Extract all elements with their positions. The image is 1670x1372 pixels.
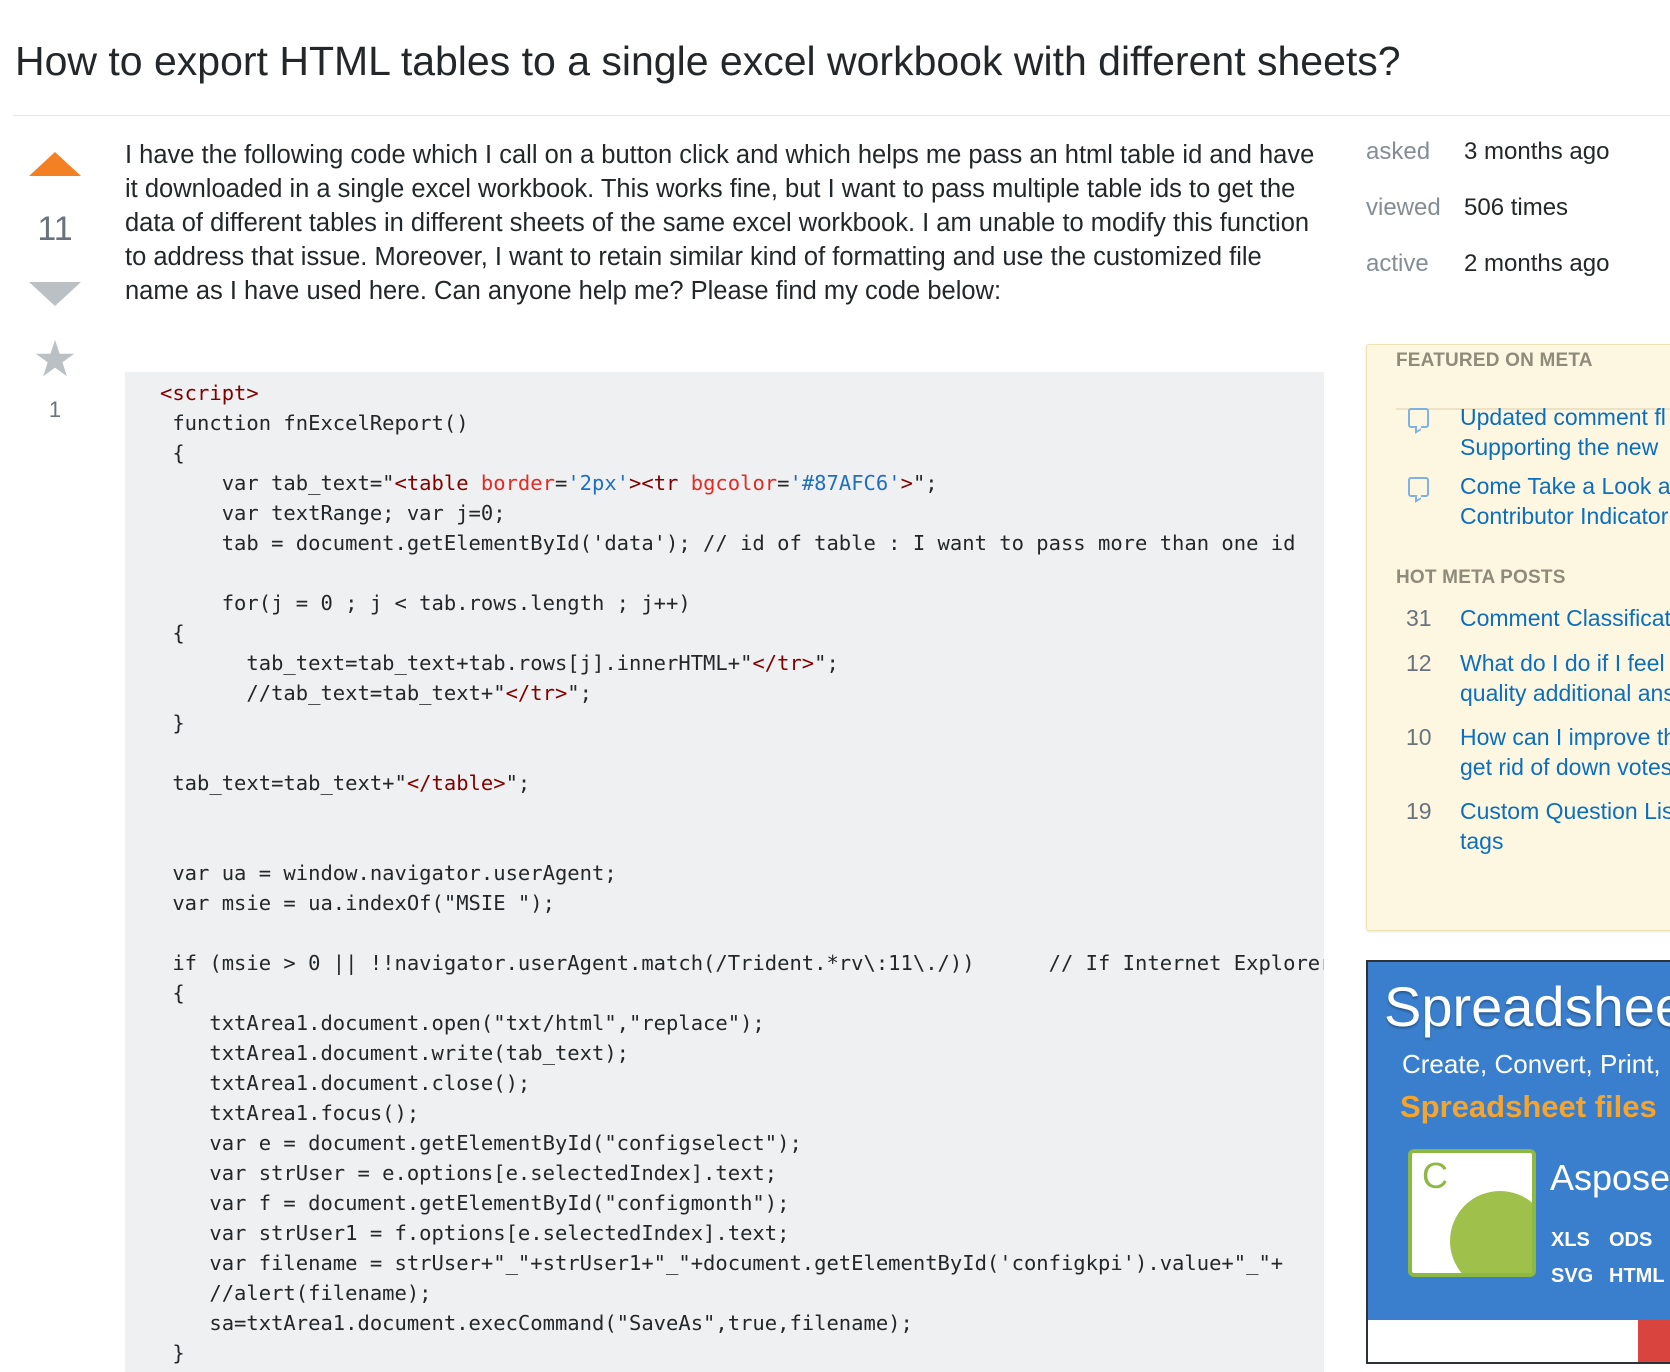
code-line: var tab_text="<table border='2px'><tr bg…: [160, 471, 938, 495]
hot-meta-item: 10 How can I improve th get rid of down v…: [1396, 722, 1670, 782]
stat-value: 506 times: [1464, 194, 1569, 221]
ad-footer: [1368, 1320, 1638, 1362]
stat-label: asked: [1366, 138, 1431, 165]
stat-label: active: [1366, 250, 1429, 277]
hot-post-score: 31: [1406, 605, 1432, 631]
code-text: <script> function fnExcelReport() { var …: [125, 372, 1324, 1368]
code-line: {: [160, 981, 185, 1005]
question-title[interactable]: How to export HTML tables to a single ex…: [15, 38, 1401, 85]
code-line: var e = document.getElementById("configs…: [160, 1131, 802, 1155]
code-line: txtArea1.document.open("txt/html","repla…: [160, 1011, 765, 1035]
stat-value[interactable]: 2 months ago: [1464, 250, 1609, 306]
hot-meta-heading: HOT META POSTS: [1396, 567, 1566, 588]
stat-asked: asked 3 months ago: [1366, 138, 1609, 194]
featured-meta-item: Come Take a Look a Contributor Indicator: [1396, 471, 1670, 531]
code-line: tab = document.getElementById('data'); /…: [160, 531, 1296, 555]
code-line: tab_text=tab_text+tab.rows[j].innerHTML+…: [160, 651, 839, 675]
hot-post-score: 12: [1406, 650, 1432, 676]
featured-link[interactable]: Updated comment fl Supporting the new: [1460, 404, 1666, 460]
featured-link[interactable]: Come Take a Look a Contributor Indicator: [1460, 473, 1670, 529]
code-line: function fnExcelReport(): [160, 411, 469, 435]
stat-viewed: viewed 506 times: [1366, 194, 1609, 250]
meta-sidebar-box: FEATURED ON META Updated comment fl Suppo…: [1366, 344, 1670, 931]
code-block: <script> function fnExcelReport() { var …: [125, 372, 1324, 1372]
comment-bubble-icon: [1408, 477, 1429, 497]
code-line: {: [160, 441, 185, 465]
favorite-count: 1: [48, 397, 62, 422]
code-line: var strUser1 = f.options[e.selectedIndex…: [160, 1221, 790, 1245]
code-line: tab_text=tab_text+"</table>";: [160, 771, 531, 795]
advertisement[interactable]: Spreadsheet Create, Convert, Print, Spre…: [1366, 960, 1670, 1364]
code-line: {: [160, 621, 185, 645]
question-stats: asked 3 months ago viewed 506 times active…: [1366, 138, 1609, 306]
code-line: for(j = 0 ; j < tab.rows.length ; j++): [160, 591, 691, 615]
upvote-arrow-icon[interactable]: [29, 152, 81, 176]
stat-value[interactable]: 3 months ago: [1464, 138, 1609, 194]
code-line: var filename = strUser+"_"+strUser1+"_"+…: [160, 1251, 1284, 1275]
ad-subline: Create, Convert, Print,: [1402, 1049, 1661, 1079]
hot-meta-item: 19 Custom Question Lis tags: [1396, 796, 1670, 856]
favorite-star-icon[interactable]: ★: [20, 334, 90, 384]
ad-format: HTML: [1609, 1265, 1665, 1287]
code-line: var textRange; var j=0;: [160, 501, 506, 525]
ad-format: ODS: [1609, 1229, 1653, 1251]
ad-format: XLS: [1551, 1229, 1590, 1251]
ad-format: SVG: [1551, 1265, 1594, 1287]
code-line: }: [160, 711, 185, 735]
code-line: var msie = ua.indexOf("MSIE ");: [160, 891, 555, 915]
hot-post-score: 10: [1406, 724, 1432, 750]
featured-meta-item: Updated comment fl Supporting the new: [1396, 402, 1670, 462]
vote-count: 11: [37, 210, 73, 248]
hot-post-link[interactable]: How can I improve th get rid of down vote…: [1460, 724, 1670, 780]
title-divider: [13, 115, 1670, 116]
hot-post-link[interactable]: Comment Classificat: [1460, 605, 1670, 631]
hot-post-link[interactable]: Custom Question Lis tags: [1460, 798, 1670, 854]
code-line: //tab_text=tab_text+"</tr>";: [160, 681, 592, 705]
code-line: if (msie > 0 || !!navigator.userAgent.ma…: [160, 951, 1324, 975]
comment-bubble-icon: [1408, 408, 1429, 428]
ad-headline: Spreadsheet: [1384, 975, 1670, 1038]
ad-footer-accent: [1638, 1320, 1670, 1362]
downvote-arrow-icon[interactable]: [29, 282, 81, 306]
hot-post-score: 19: [1406, 798, 1432, 824]
hot-meta-item: 31 Comment Classificat: [1396, 603, 1670, 633]
code-line: txtArea1.document.write(tab_text);: [160, 1041, 629, 1065]
code-line: var strUser = e.options[e.selectedIndex]…: [160, 1161, 778, 1185]
question-body: I have the following code which I call o…: [125, 141, 1315, 305]
code-line: //alert(filename);: [160, 1281, 432, 1305]
code-line: <script>: [160, 381, 259, 405]
code-line: var f = document.getElementById("configm…: [160, 1191, 790, 1215]
code-line: txtArea1.document.close();: [160, 1071, 531, 1095]
code-line: sa=txtArea1.document.execCommand("SaveAs…: [160, 1311, 913, 1335]
hot-meta-item: 12 What do I do if I feel quality additio…: [1396, 648, 1670, 708]
featured-meta-heading: FEATURED ON META: [1396, 350, 1593, 371]
ad-product-name: Aspose.: [1550, 1157, 1670, 1198]
stat-label: viewed: [1366, 194, 1441, 221]
spreadsheet-logo-icon: C: [1408, 1149, 1536, 1277]
code-line: var ua = window.navigator.userAgent;: [160, 861, 617, 885]
code-line: }: [160, 1341, 185, 1365]
ad-highlight: Spreadsheet files: [1400, 1089, 1657, 1124]
hot-post-link[interactable]: What do I do if I feel quality additional…: [1460, 650, 1670, 706]
code-line: txtArea1.focus();: [160, 1101, 420, 1125]
stat-active: active 2 months ago: [1366, 250, 1609, 306]
